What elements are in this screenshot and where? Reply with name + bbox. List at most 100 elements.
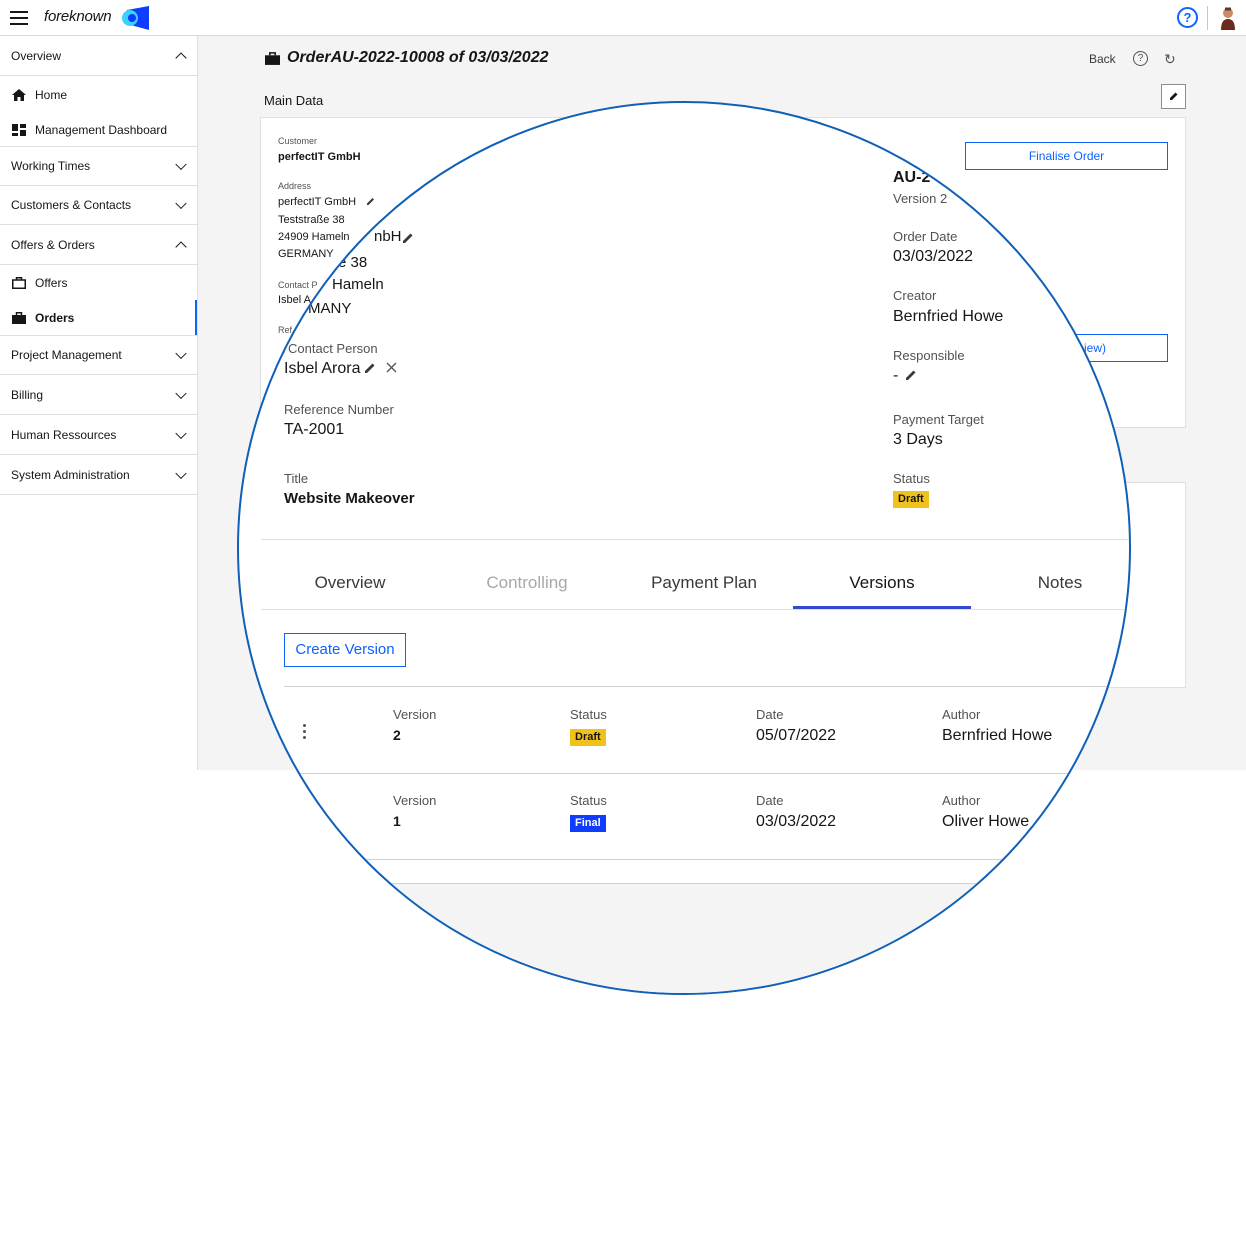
address-fragment: nbH <box>374 228 402 245</box>
divider <box>1207 6 1208 30</box>
status-label: Status <box>893 471 930 486</box>
briefcase-icon <box>12 311 26 324</box>
help-icon[interactable]: ? <box>1177 7 1198 28</box>
sidebar-item-label: Offers <box>35 275 68 290</box>
author-col-label: Author <box>942 707 981 722</box>
chevron-down-icon <box>175 347 187 360</box>
sidebar-item-label: Overview <box>11 48 62 63</box>
status-col-label: Status <box>570 793 607 808</box>
reference-number-value: TA-2001 <box>284 421 345 438</box>
version-label: Version 2 <box>893 191 948 206</box>
brand-logo-icon <box>122 6 149 30</box>
address-fragment: MANY <box>308 300 352 317</box>
divider <box>261 609 1129 610</box>
version-col-label: Version <box>393 793 437 808</box>
contact-person-label-prefix: T <box>280 341 288 356</box>
status-col-label: Status <box>570 707 607 722</box>
lens-footer-bg <box>239 884 1129 993</box>
version-date: 03/03/2022 <box>756 813 837 830</box>
title-label: Title <box>284 471 309 486</box>
status-badge: Final <box>570 815 606 832</box>
home-icon <box>12 89 26 101</box>
sidebar-item-orders[interactable]: Orders <box>0 300 197 335</box>
help-icon[interactable]: ? <box>1133 51 1148 66</box>
status-badge: Draft <box>893 491 929 508</box>
sidebar-item-working-times[interactable]: Working Times <box>0 146 197 186</box>
chevron-up-icon <box>175 240 187 253</box>
version-number: 1 <box>393 813 401 829</box>
tab-notes[interactable]: Notes <box>971 573 1129 593</box>
edit-button[interactable] <box>1161 84 1186 109</box>
order-number-value: AU-2 <box>893 169 931 186</box>
back-button[interactable]: Back <box>1089 52 1116 66</box>
divider <box>284 859 1129 860</box>
pencil-icon <box>1170 92 1178 100</box>
briefcase-outline-icon <box>12 276 26 289</box>
address-fragment: e 38 <box>338 254 368 271</box>
version-col-label: Version <box>393 707 437 722</box>
sidebar-item-offers[interactable]: Offers <box>0 265 197 300</box>
order-date-value: 03/03/2022 <box>893 248 974 265</box>
menu-icon[interactable] <box>10 11 28 25</box>
refresh-icon[interactable]: ↻ <box>1164 51 1176 68</box>
page-title: OrderAU-2022-10008 of 03/03/2022 <box>287 49 549 66</box>
sidebar-item-label: Offers & Orders <box>11 237 95 252</box>
version-date: 05/07/2022 <box>756 727 837 744</box>
pencil-icon[interactable] <box>402 231 415 244</box>
tab-payment-plan[interactable]: Payment Plan <box>615 573 793 593</box>
divider <box>284 773 1129 774</box>
sidebar-item-label: Customers & Contacts <box>11 198 132 212</box>
chevron-down-icon <box>175 197 187 210</box>
brand-logo-text[interactable]: foreknown <box>44 8 112 25</box>
sidebar-item-billing[interactable]: Billing <box>0 375 197 415</box>
reference-number-label: Reference Number <box>284 402 394 417</box>
sidebar-item-offers-orders[interactable]: Offers & Orders <box>0 225 197 265</box>
version-number: 2 <box>393 727 401 743</box>
order-date-label: Order Date <box>893 229 958 244</box>
date-col-label: Date <box>756 793 784 808</box>
creator-label: Creator <box>893 288 937 303</box>
title-value: Website Makeover <box>284 490 415 507</box>
payment-target-value: 3 Days <box>893 431 943 448</box>
user-avatar[interactable] <box>1219 6 1237 30</box>
sidebar-item-system-administration[interactable]: System Administration <box>0 455 197 495</box>
sidebar-item-human-resources[interactable]: Human Ressources <box>0 415 197 455</box>
sidebar-item-project-management[interactable]: Project Management <box>0 335 197 375</box>
sidebar-item-label: Human Ressources <box>11 427 117 442</box>
sidebar-item-label: Working Times <box>11 159 91 173</box>
overflow-menu-icon[interactable] <box>303 724 306 742</box>
contact-person-label: Contact Person <box>288 341 378 356</box>
chevron-down-icon <box>175 387 187 399</box>
chevron-down-icon <box>175 467 187 479</box>
responsible-label: Responsible <box>893 348 965 363</box>
close-icon[interactable] <box>386 362 397 373</box>
briefcase-icon <box>265 52 280 65</box>
sidebar-item-label: Home <box>35 88 68 102</box>
pencil-icon[interactable] <box>364 361 377 374</box>
status-badge: Draft <box>570 729 606 746</box>
tab-controlling[interactable]: Controlling <box>439 573 615 593</box>
date-col-label: Date <box>756 707 784 722</box>
payment-target-label: Payment Target <box>893 412 984 427</box>
create-version-button[interactable]: Create Version <box>284 633 406 667</box>
magnifier-lens: nbH e 38 Hameln MANY T Contact Person Is… <box>237 101 1131 995</box>
sidebar-item-customers-contacts[interactable]: Customers & Contacts <box>0 186 197 225</box>
sidebar-item-label: Project Management <box>11 348 122 362</box>
tab-versions[interactable]: Versions <box>793 573 971 593</box>
sidebar-item-management-dashboard[interactable]: Management Dashboard <box>0 114 197 146</box>
pencil-icon[interactable] <box>905 368 918 381</box>
author-col-label: Author <box>942 793 981 808</box>
tab-overview[interactable]: Overview <box>261 573 439 593</box>
sidebar-item-label: Management Dashboard <box>35 123 168 137</box>
chevron-down-icon <box>175 427 187 439</box>
address-fragment: Hameln <box>332 276 384 293</box>
responsible-value: - <box>893 367 899 384</box>
sidebar-item-home[interactable]: Home <box>0 76 197 114</box>
contact-person-value[interactable]: Isbel Arora <box>284 360 360 378</box>
chevron-down-icon <box>175 158 187 171</box>
sidebar-item-label: System Administration <box>11 467 130 482</box>
dashboard-icon <box>12 124 26 136</box>
version-author: Oliver Howe <box>942 813 1030 830</box>
sidebar-item-overview[interactable]: Overview <box>0 36 197 76</box>
active-indicator <box>195 300 197 335</box>
